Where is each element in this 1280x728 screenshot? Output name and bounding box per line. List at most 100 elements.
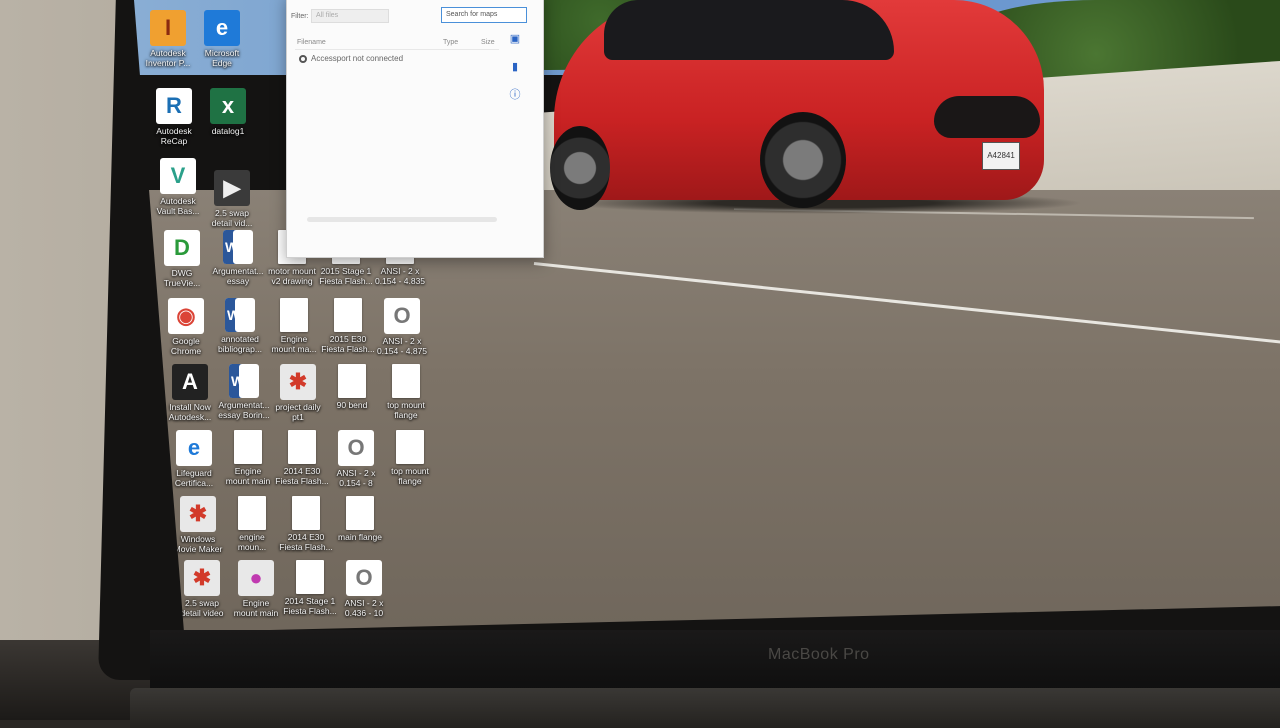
engine-mount-main-1-icon [234, 430, 262, 464]
ansi-4875-icon: O [384, 298, 420, 334]
desktop-icon-engine-mount-main-1[interactable]: Engine mount main [220, 430, 276, 486]
desktop-icon-engine-mount-main-2[interactable]: ● Engine mount main [228, 560, 284, 618]
laptop-brand-label: MacBook Pro [768, 646, 870, 663]
swap-video-icon: ▶ [214, 170, 250, 206]
desktop-icon-e30-flash-2014[interactable]: 2014 E30 Fiesta Flash... [274, 430, 330, 486]
argumentative-essay-boring-icon: W [229, 364, 259, 398]
desktop-icon-swap-video[interactable]: ▶ 2.5 swap detail vid... [204, 170, 260, 228]
main-flange-icon [346, 496, 374, 530]
90-bend-icon [338, 364, 366, 398]
desktop-icon-ansi-8[interactable]: O ANSI - 2 x 0.154 - 8 [328, 430, 384, 488]
desktop-icon-main-flange[interactable]: main flange [332, 496, 388, 542]
desktop-icon-autodesk-recap[interactable]: R Autodesk ReCap [146, 88, 202, 146]
desktop-icon-top-mount-flange-2[interactable]: top mount flange [382, 430, 438, 486]
desktop-icon-label: Argumentat... essay [212, 266, 264, 286]
desktop-icon-label: Autodesk Vault Bas... [156, 196, 200, 216]
lifeguard-cert-icon: e [176, 430, 212, 466]
desktop-icon-annotated-bibliography[interactable]: Wannotated bibliograp... [212, 298, 268, 354]
search-maps-input[interactable]: Search for maps [441, 7, 527, 23]
desktop-icon-dwg-trueview[interactable]: D DWG TrueVie... [154, 230, 210, 288]
car-grille [934, 96, 1040, 138]
desktop-icon-90-bend[interactable]: 90 bend [324, 364, 380, 410]
microsoft-edge-icon: e [204, 10, 240, 46]
desktop-icon-autodesk-inventor[interactable]: I Autodesk Inventor P... [140, 10, 196, 68]
ansi-8-icon: O [338, 430, 374, 466]
desktop-icon-label: Engine mount ma... [271, 334, 317, 354]
desktop-icon-label: DWG TrueVie... [163, 268, 201, 288]
desktop-icon-label: 2014 Stage 1 Fiesta Flash... [283, 596, 337, 616]
info-icon[interactable]: ⓘ [509, 89, 521, 101]
desktop-icon-project-daily[interactable]: ✱ project daily pt1 [270, 364, 326, 422]
desktop-icon-lifeguard-cert[interactable]: e Lifeguard Certifica... [166, 430, 222, 488]
desktop-icon-install-autodesk[interactable]: A Install Now Autodesk... [162, 364, 218, 422]
status-text: Accessport not connected [311, 54, 404, 63]
autodesk-inventor-icon: I [150, 10, 186, 46]
desktop-icon-swap-detail-video[interactable]: ✱ 2.5 swap detail video [174, 560, 230, 618]
accessport-file-dialog: Filter: All files Search for maps Filena… [286, 0, 544, 258]
autodesk-vault-icon: V [160, 158, 196, 194]
desktop-icon-label: Autodesk Inventor P... [145, 48, 191, 68]
laptop-screen: A42841 I Autodesk Inventor P... e Microsoft… [134, 0, 1280, 632]
desktop-icon-google-chrome[interactable]: ◉ Google Chrome [158, 298, 214, 356]
engine-mount-ma-icon [280, 298, 308, 332]
desktop-icon-label: 2.5 swap detail vid... [211, 208, 253, 228]
desktop-icon-label: annotated bibliograp... [218, 334, 262, 354]
e30-flash-2014-icon [288, 430, 316, 464]
install-autodesk-icon: A [172, 364, 208, 400]
car-license-plate: A42841 [982, 142, 1020, 170]
horizontal-scrollbar[interactable] [307, 217, 497, 222]
desktop-icon-label: 2015 Stage 1 Fiesta Flash... [319, 266, 373, 286]
desktop-icon-label: Lifeguard Certifica... [174, 468, 214, 488]
desktop-icon-movie-maker[interactable]: ✱ Windows Movie Maker [170, 496, 226, 554]
list-item: Accessport not connected [299, 54, 403, 63]
car-window [604, 0, 894, 60]
desktop-icon-microsoft-edge[interactable]: e Microsoft Edge [194, 10, 250, 68]
car-front-wheel [760, 112, 846, 208]
desktop-icon-ansi-4875[interactable]: O ANSI - 2 x 0.154 - 4.875 [374, 298, 430, 356]
project-daily-icon: ✱ [280, 364, 316, 400]
google-chrome-icon: ◉ [168, 298, 204, 334]
desktop-icon-label: ANSI - 2 x 0.436 - 10 [344, 598, 384, 618]
filter-dropdown[interactable]: All files [311, 9, 389, 23]
stage1-2014-icon [296, 560, 324, 594]
car-rear-wheel [550, 126, 610, 210]
desktop-icon-ansi-10[interactable]: O ANSI - 2 x 0.436 - 10 [336, 560, 392, 618]
desktop-icon-label: Microsoft Edge [204, 48, 240, 68]
column-size[interactable]: Size [481, 39, 495, 46]
desktop-icon-datalog[interactable]: x datalog1 [200, 88, 256, 136]
e30-flash-icon [334, 298, 362, 332]
ansi-10-icon: O [346, 560, 382, 596]
column-type[interactable]: Type [443, 39, 458, 46]
datalog-icon: x [210, 88, 246, 124]
desktop-icon-label: 90 bend [336, 400, 368, 410]
desktop-icon-e30-flash[interactable]: 2015 E30 Fiesta Flash... [320, 298, 376, 354]
desktop-icon-stage1-2014[interactable]: 2014 Stage 1 Fiesta Flash... [282, 560, 338, 616]
e30-flash-2014b-icon [292, 496, 320, 530]
column-filename[interactable]: Filename [297, 39, 326, 46]
desktop-icon-e30-flash-2014b[interactable]: 2014 E30 Fiesta Flash... [278, 496, 334, 552]
desktop-icon-argumentative-essay[interactable]: W Argumentat... essay [210, 230, 266, 286]
desktop-icon-label: main flange [338, 532, 382, 542]
desktop-icon-label: Autodesk ReCap [156, 126, 192, 146]
laptop-base [130, 688, 1280, 728]
desktop-icon-argumentative-essay-boring[interactable]: W Argumentat... essay Borin... [216, 364, 272, 420]
accessport-icon [299, 54, 307, 63]
top-mount-flange-1-icon [392, 364, 420, 398]
save-icon[interactable]: ▣ [509, 33, 521, 45]
autodesk-recap-icon: R [156, 88, 192, 124]
argumentative-essay-icon: W [223, 230, 253, 264]
top-mount-flange-2-icon [396, 430, 424, 464]
desktop-icon-label: 2015 E30 Fiesta Flash... [321, 334, 375, 354]
annotated-bibliography-icon: W [225, 298, 255, 332]
engine-mount-main-2-icon: ● [238, 560, 274, 596]
desktop-icon-engine-moun[interactable]: engine moun... [224, 496, 280, 552]
desktop-icon-label: Engine mount main [233, 598, 279, 618]
desktop-icon-engine-mount-ma[interactable]: Engine mount ma... [266, 298, 322, 354]
desktop-icon-label: motor mount v2 drawing [268, 266, 316, 286]
laptop-chin [150, 630, 1280, 690]
desktop-icon-top-mount-flange-1[interactable]: top mount flange [378, 364, 434, 420]
desktop-icon-autodesk-vault[interactable]: V Autodesk Vault Bas... [150, 158, 206, 216]
desktop-icon-label: top mount flange [391, 466, 429, 486]
delete-icon[interactable]: ▮ [509, 61, 521, 73]
file-list[interactable]: Accessport not connected [295, 49, 499, 214]
